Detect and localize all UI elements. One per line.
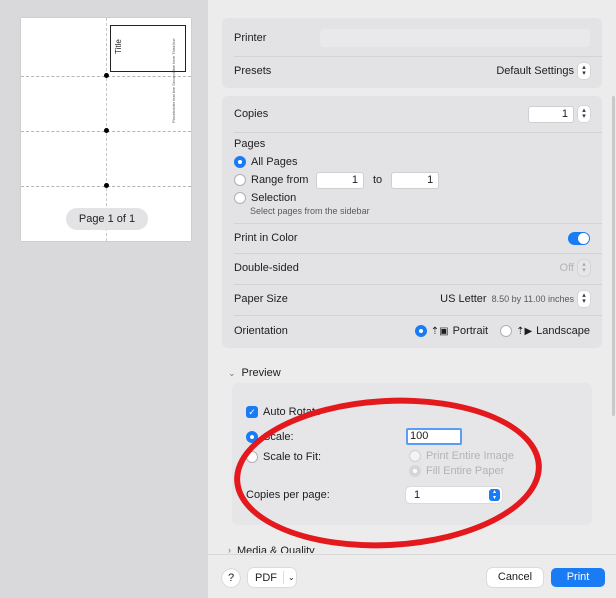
marker-dot bbox=[104, 183, 109, 188]
preview-pane: Title Placeholder text line Second line … bbox=[0, 0, 208, 598]
marker-dot bbox=[104, 128, 109, 133]
thumbnail-small-text: Placeholder text line Second line here T… bbox=[171, 38, 176, 123]
updown-chevron-icon: ▴ ▾ bbox=[578, 291, 590, 307]
media-quality-title: Media & Quality bbox=[237, 545, 315, 553]
all-pages-label: All Pages bbox=[251, 156, 298, 168]
print-in-color-toggle[interactable] bbox=[568, 231, 590, 245]
all-pages-radio[interactable] bbox=[234, 156, 246, 168]
page-indicator: Page 1 of 1 bbox=[66, 208, 148, 230]
range-radio[interactable] bbox=[234, 174, 246, 186]
double-sided-label: Double-sided bbox=[234, 262, 299, 274]
pdf-menu-button[interactable]: PDF ⌄ bbox=[248, 568, 296, 587]
selection-radio[interactable] bbox=[234, 192, 246, 204]
scale-radio[interactable] bbox=[246, 431, 258, 443]
thumbnail-title: Title bbox=[114, 39, 123, 54]
paper-size-select[interactable]: US Letter 8.50 by 11.00 inches ▴ ▾ bbox=[440, 291, 590, 307]
marker-dot bbox=[104, 73, 109, 78]
range-option[interactable]: Range from 1 to 1 bbox=[234, 171, 590, 189]
copies-stepper[interactable]: ▴ ▾ bbox=[578, 106, 590, 122]
chevron-right-icon: › bbox=[228, 545, 231, 553]
selection-option[interactable]: Selection bbox=[234, 191, 590, 205]
auto-rotate-option[interactable]: ✓ Auto Rotate bbox=[246, 406, 321, 418]
range-to-label: to bbox=[373, 174, 383, 186]
preview-section-title: Preview bbox=[241, 367, 281, 379]
fill-entire-paper-radio[interactable] bbox=[409, 465, 421, 477]
printer-select[interactable] bbox=[320, 29, 590, 47]
double-sided-value: Off bbox=[559, 262, 574, 274]
scale-to-fit-option[interactable]: Scale to Fit: bbox=[246, 451, 321, 463]
auto-rotate-checkbox[interactable]: ✓ bbox=[246, 406, 258, 418]
updown-chevron-icon: ▴ ▾ bbox=[489, 489, 500, 501]
chevron-down-icon: ⌄ bbox=[228, 367, 236, 378]
chevron-down-icon: ⌄ bbox=[288, 573, 295, 582]
landscape-label: Landscape bbox=[536, 325, 590, 337]
updown-chevron-icon: ▴ ▾ bbox=[578, 260, 590, 276]
scale-input[interactable]: 100 bbox=[406, 428, 462, 445]
copies-per-page-value: 1 bbox=[414, 489, 421, 501]
range-to-input[interactable]: 1 bbox=[391, 171, 440, 189]
portrait-radio[interactable] bbox=[414, 325, 427, 337]
copies-per-page-label: Copies per page: bbox=[246, 489, 330, 501]
portrait-label: Portrait bbox=[452, 325, 489, 337]
portrait-icon: ⇡▣ bbox=[430, 325, 449, 337]
footer-bar: ? PDF ⌄ Cancel Print bbox=[208, 554, 616, 598]
cancel-button[interactable]: Cancel bbox=[487, 568, 543, 587]
scale-to-fit-label: Scale to Fit: bbox=[263, 451, 322, 463]
selection-label: Selection bbox=[251, 192, 297, 204]
print-settings-pane: Printer Presets Default Settings ▴ ▾ Copi… bbox=[208, 0, 616, 598]
paper-size-dimensions: 8.50 by 11.00 inches bbox=[491, 294, 574, 304]
print-in-color-label: Print in Color bbox=[234, 232, 298, 244]
landscape-icon: ⇡▶ bbox=[516, 325, 533, 337]
updown-chevron-icon: ▴ ▾ bbox=[578, 63, 590, 79]
orientation-label: Orientation bbox=[234, 325, 288, 337]
all-pages-option[interactable]: All Pages bbox=[234, 155, 590, 169]
presets-label: Presets bbox=[234, 65, 272, 77]
paper-size-value: US Letter bbox=[440, 293, 487, 305]
settings-group: Copies 1 ▴ ▾ Pages All Pages Range from 1… bbox=[222, 96, 602, 348]
scale-to-fit-radio[interactable] bbox=[246, 451, 258, 463]
copies-label: Copies bbox=[234, 108, 269, 120]
help-button[interactable]: ? bbox=[222, 569, 240, 587]
range-label: Range from bbox=[251, 174, 309, 186]
print-entire-image-label: Print Entire Image bbox=[426, 450, 515, 462]
scale-option[interactable]: Scale: bbox=[246, 431, 294, 443]
print-entire-image-radio[interactable] bbox=[409, 450, 421, 462]
scrollbar[interactable] bbox=[612, 96, 615, 416]
print-button[interactable]: Print bbox=[551, 568, 605, 587]
copies-input[interactable]: 1 bbox=[528, 105, 574, 123]
fill-entire-paper-label: Fill Entire Paper bbox=[426, 465, 505, 477]
pages-label: Pages bbox=[234, 138, 266, 150]
auto-rotate-label: Auto Rotate bbox=[263, 406, 322, 418]
printer-group: Printer Presets Default Settings ▴ ▾ bbox=[222, 18, 602, 88]
double-sided-select[interactable]: Off ▴ ▾ bbox=[560, 260, 590, 276]
paper-size-label: Paper Size bbox=[234, 293, 288, 305]
printer-label: Printer bbox=[234, 32, 267, 44]
landscape-radio[interactable] bbox=[500, 325, 513, 337]
fill-entire-paper-option[interactable]: Fill Entire Paper bbox=[409, 465, 504, 477]
range-from-input[interactable]: 1 bbox=[316, 171, 364, 189]
presets-value: Default Settings bbox=[496, 65, 574, 77]
scale-label: Scale: bbox=[263, 431, 294, 443]
copies-per-page-select[interactable]: 1 ▴ ▾ bbox=[406, 487, 502, 503]
preview-section-header[interactable]: ⌄ Preview bbox=[228, 367, 281, 379]
media-quality-section-header[interactable]: › Media & Quality bbox=[228, 545, 315, 553]
print-entire-image-option[interactable]: Print Entire Image bbox=[409, 450, 514, 462]
pdf-label: PDF bbox=[255, 571, 277, 584]
selection-hint: Select pages from the sidebar bbox=[250, 206, 370, 216]
presets-select[interactable]: Default Settings ▴ ▾ bbox=[496, 63, 590, 79]
